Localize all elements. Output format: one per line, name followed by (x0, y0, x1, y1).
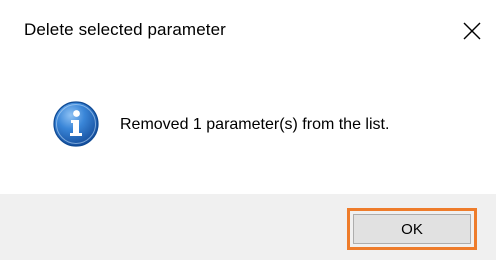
title-bar: Delete selected parameter (0, 0, 496, 62)
dialog-title: Delete selected parameter (24, 20, 226, 39)
button-bar: OK (0, 194, 496, 260)
dialog-content: Removed 1 parameter(s) from the list. (0, 62, 496, 194)
close-button[interactable] (448, 0, 496, 62)
ok-button-highlight: OK (347, 208, 477, 250)
message-dialog: Delete selected parameter Removed 1 para… (0, 0, 496, 260)
info-icon (53, 101, 99, 147)
dialog-message: Removed 1 parameter(s) from the list. (120, 116, 390, 133)
close-icon (463, 22, 481, 40)
ok-button[interactable]: OK (353, 214, 471, 244)
